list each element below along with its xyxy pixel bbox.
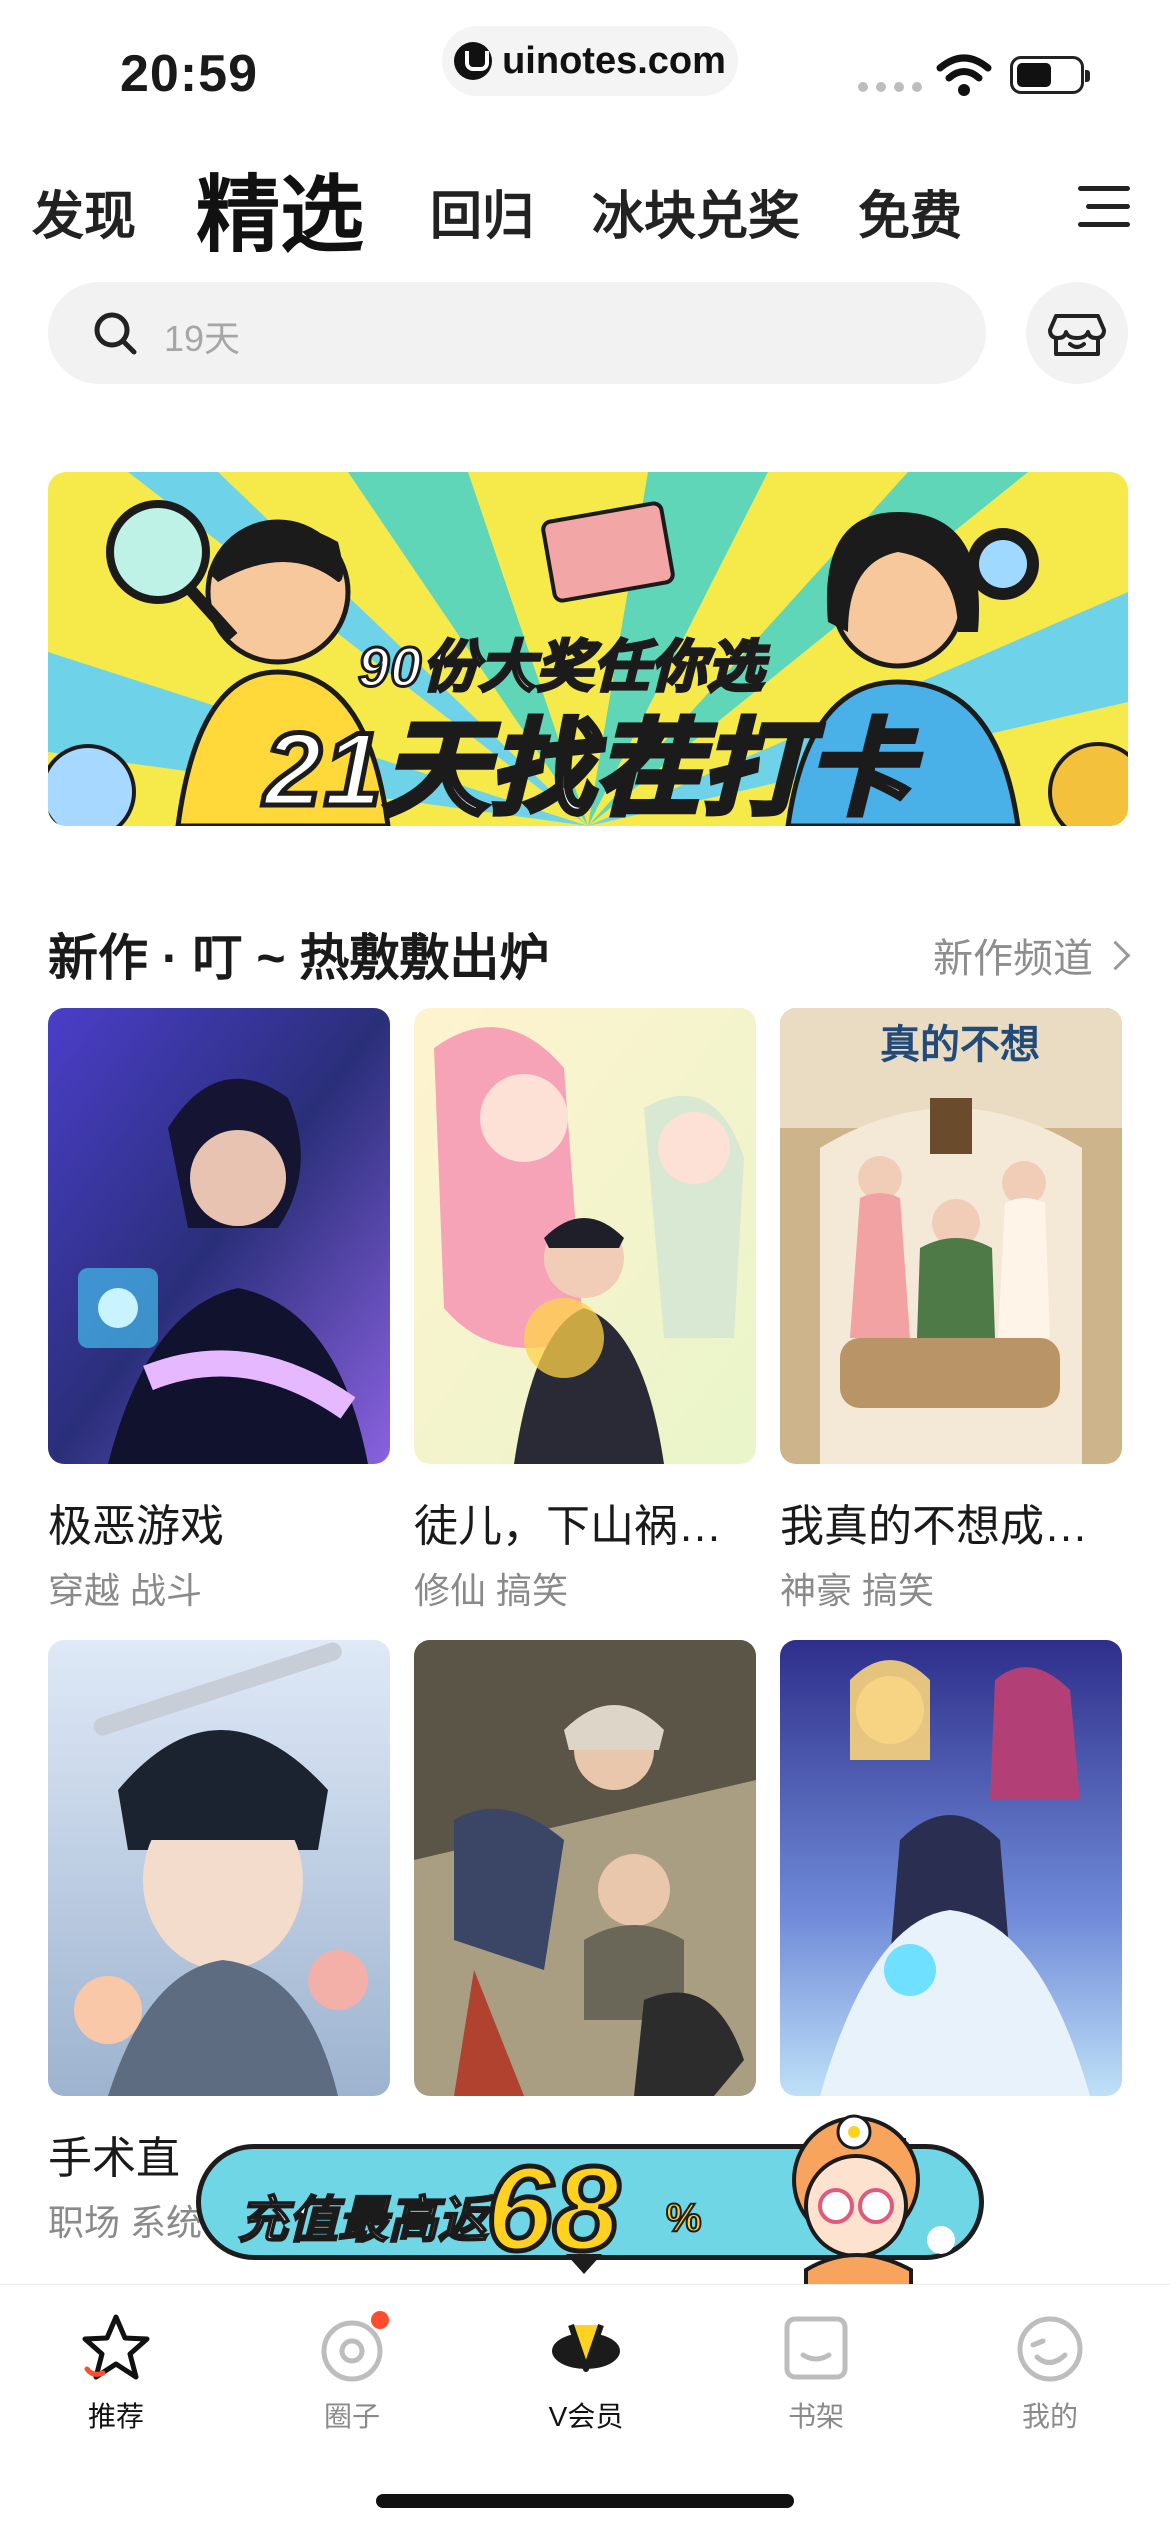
comic-title: 我真的不想成…	[780, 1502, 1088, 1551]
nav-mine-label: 我的	[1021, 2401, 1078, 2432]
search-placeholder: 19天	[164, 318, 241, 359]
circle-community-icon	[315, 2311, 389, 2385]
tab-return[interactable]: 回归	[430, 174, 534, 249]
search-icon	[94, 312, 137, 355]
promo-text: 充值最高返	[237, 2191, 489, 2249]
comic-card[interactable]: 极恶游戏 穿越 战斗	[48, 1008, 390, 1614]
comic-cover	[780, 1640, 1122, 2096]
comic-tags: 穿越 战斗	[48, 1570, 203, 1611]
nav-bookshelf[interactable]: 书架	[716, 2311, 916, 2435]
menu-icon[interactable]	[1078, 184, 1134, 230]
banner-title: 21天找茬打卡	[262, 710, 915, 827]
comic-cover	[414, 1640, 756, 2096]
comic-cover	[48, 1640, 390, 2096]
store-button[interactable]	[1026, 282, 1128, 384]
nav-bookshelf-label: 书架	[787, 2401, 844, 2432]
status-bar: 20:59 uinotes.com	[0, 0, 1170, 140]
nav-circle-label: 圈子	[323, 2401, 380, 2432]
star-icon	[79, 2311, 153, 2385]
nav-vip-label: V会员	[548, 2401, 624, 2432]
nav-circle[interactable]: 圈子	[252, 2311, 452, 2435]
search-bar[interactable]: 19天	[48, 282, 986, 384]
nav-recommend-label: 推荐	[87, 2401, 144, 2432]
battery-icon	[1010, 56, 1090, 94]
mascot-girl-icon	[792, 2114, 955, 2300]
new-channel-label: 新作频道	[933, 937, 1093, 981]
promo-banner[interactable]: 90份大奖任你选 21天找茬打卡	[48, 472, 1128, 826]
comic-cover	[48, 1008, 390, 1464]
profile-face-icon	[1013, 2311, 1087, 2385]
wifi-icon	[936, 54, 992, 96]
nav-mine[interactable]: 我的	[950, 2311, 1150, 2435]
nav-recommend[interactable]: 推荐	[16, 2311, 216, 2435]
promo-unit: %	[665, 2195, 703, 2241]
url-text: uinotes.com	[502, 39, 726, 82]
status-time: 20:59	[120, 45, 258, 103]
tab-featured[interactable]: 精选	[196, 148, 364, 269]
comic-tags: 神豪 搞笑	[780, 1570, 935, 1611]
notification-badge	[371, 2311, 389, 2329]
comic-tags: 修仙 搞笑	[414, 1570, 569, 1611]
vip-icon	[549, 2311, 623, 2385]
tab-ice-redeem[interactable]: 冰块兑奖	[592, 174, 800, 249]
new-channel-link[interactable]: 新作频道	[933, 926, 1131, 984]
cellular-signal-icon	[858, 82, 922, 92]
comic-title: 徒儿，下山祸…	[414, 1502, 722, 1551]
tab-free[interactable]: 免费	[858, 174, 962, 249]
comic-title: 极恶游戏	[48, 1502, 224, 1551]
cover-caption: 真的不想	[880, 1023, 1040, 1067]
comic-cover	[414, 1008, 756, 1464]
comic-card[interactable]: 真的不想 我真的不想成… 神豪 搞笑	[780, 1008, 1122, 1614]
section-title: 新作 · 叮 ~ 热敷敷出炉	[48, 930, 550, 986]
home-indicator[interactable]	[376, 2494, 794, 2508]
tab-discover[interactable]: 发现	[32, 174, 136, 249]
site-logo-icon	[454, 42, 493, 80]
store-icon	[1048, 314, 1106, 356]
promo-value: 68	[483, 2140, 622, 2279]
url-pill[interactable]: uinotes.com	[442, 26, 738, 96]
comic-card[interactable]: 徒儿，下山祸… 修仙 搞笑	[414, 1008, 756, 1614]
chevron-right-icon	[1100, 940, 1131, 970]
category-tabs: 发现 精选 回归 冰块兑奖 免费	[0, 140, 1170, 270]
comic-card[interactable]	[414, 1640, 756, 2130]
recharge-promo-popup[interactable]: 充值最高返 68 %	[196, 2110, 984, 2300]
nav-vip[interactable]: V会员	[486, 2311, 686, 2435]
bookshelf-icon	[779, 2311, 853, 2385]
comic-cover: 真的不想	[780, 1008, 1122, 1464]
